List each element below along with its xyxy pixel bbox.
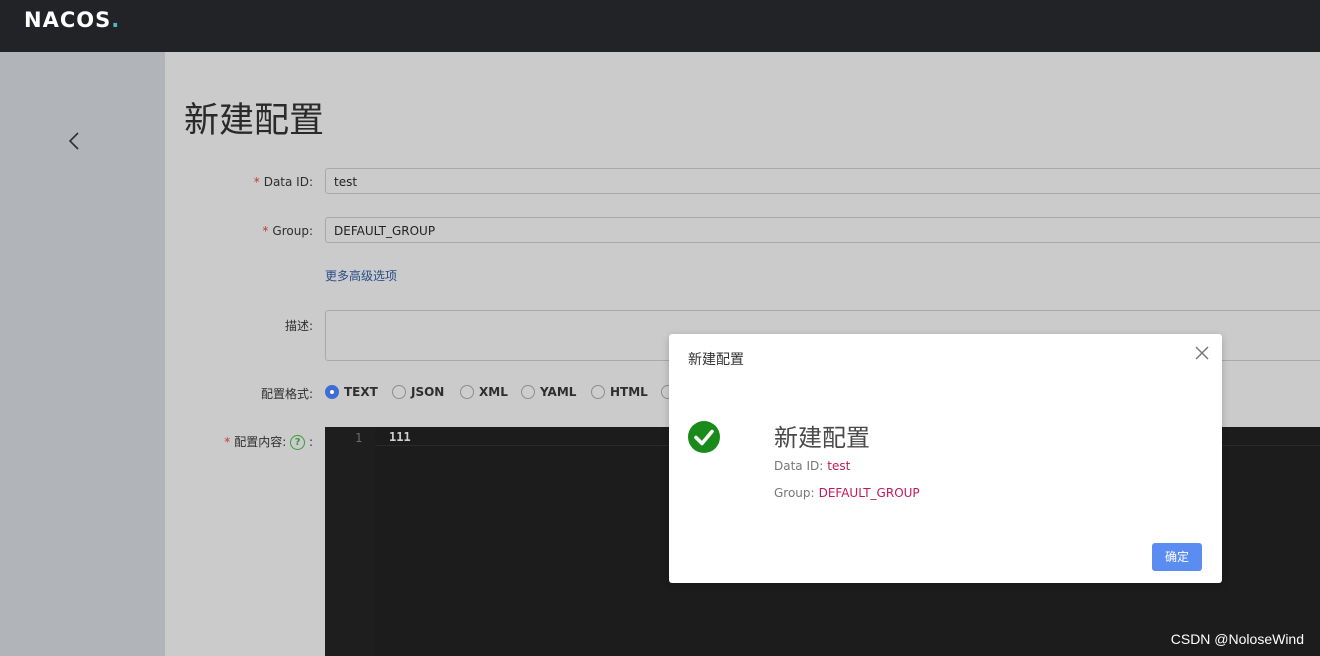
line-number: 1 bbox=[355, 431, 363, 445]
format-radio-xml[interactable]: XML bbox=[460, 384, 508, 400]
help-icon[interactable]: ? bbox=[290, 435, 306, 450]
nacos-logo[interactable]: NACOS. bbox=[24, 8, 120, 32]
dialog-title: 新建配置 bbox=[688, 352, 744, 368]
watermark: CSDN @NoloseWind bbox=[1170, 631, 1304, 647]
description-label: 描述: bbox=[284, 319, 313, 333]
dialog-group: Group: DEFAULT_GROUP bbox=[774, 486, 920, 500]
top-bar: NACOS. bbox=[0, 0, 1320, 52]
dialog-heading: 新建配置 bbox=[774, 424, 870, 452]
format-radio-text[interactable]: TEXT bbox=[325, 384, 378, 400]
data-id-input[interactable]: test bbox=[325, 168, 1320, 194]
page-title: 新建配置 bbox=[184, 101, 325, 141]
data-id-label: * Data ID: bbox=[253, 175, 313, 189]
sidebar bbox=[0, 52, 165, 656]
radio-icon bbox=[460, 385, 474, 399]
success-dialog: 新建配置 新建配置 Data ID: test Group: DEFAULT_GRO… bbox=[669, 334, 1222, 583]
radio-selected-icon bbox=[325, 385, 339, 399]
group-label: * Group: bbox=[262, 224, 313, 238]
radio-icon bbox=[392, 385, 406, 399]
code-line[interactable]: 111 bbox=[389, 430, 411, 444]
dialog-data-id: Data ID: test bbox=[774, 459, 851, 473]
group-input[interactable]: DEFAULT_GROUP bbox=[325, 217, 1320, 243]
radio-icon bbox=[521, 385, 535, 399]
confirm-button[interactable]: 确定 bbox=[1152, 543, 1202, 571]
format-radio-json[interactable]: JSON bbox=[392, 384, 444, 400]
format-label: 配置格式: bbox=[260, 387, 313, 401]
format-radio-yaml[interactable]: YAML bbox=[521, 384, 576, 400]
radio-icon bbox=[591, 385, 605, 399]
editor-gutter: 1 bbox=[325, 427, 375, 656]
chevron-left-icon[interactable] bbox=[64, 130, 86, 152]
content-label: * 配置内容: ? : bbox=[224, 435, 313, 450]
advanced-options-link[interactable]: 更多高级选项 bbox=[325, 267, 397, 284]
close-icon[interactable] bbox=[1195, 346, 1209, 360]
success-check-icon bbox=[688, 421, 720, 453]
format-radio-html[interactable]: HTML bbox=[591, 384, 648, 400]
